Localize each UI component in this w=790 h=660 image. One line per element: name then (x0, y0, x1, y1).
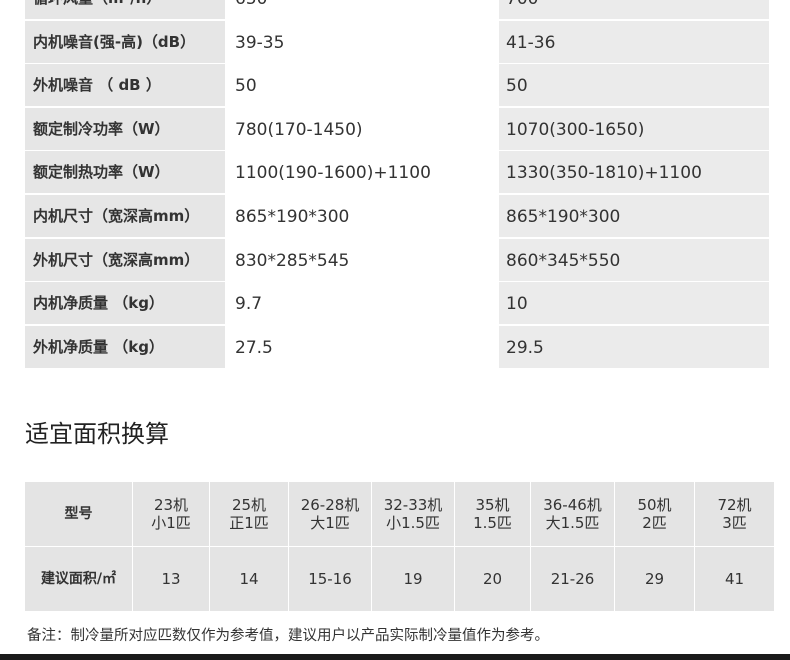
spec-value-model-2: 41-36 (499, 21, 769, 63)
spec-value-model-1: 50 (226, 64, 497, 106)
spec-label: 外机噪音 （ dB ） (25, 64, 225, 106)
spec-label: 循环风量（m³/h） (25, 0, 225, 19)
area-value: 15-16 (308, 570, 352, 588)
spec-value-model-2: 860*345*550 (499, 239, 769, 281)
spec-row-airflow: 循环风量（m³/h） 650 700 (25, 0, 769, 19)
spec-value-model-1: 780(170-1450) (226, 108, 497, 150)
model-name: 32-33机 (383, 496, 443, 514)
horsepower: 大1.5匹 (545, 514, 600, 532)
area-value: 20 (482, 570, 503, 588)
area-table: 型号 建议面积/㎡ 23机 小1匹 13 25机 正1匹 14 26-28机 大… (25, 482, 774, 611)
horsepower: 正1匹 (229, 514, 269, 532)
spec-value-model-2: 1070(300-1650) (499, 108, 769, 150)
section-title: 适宜面积换算 (25, 420, 169, 448)
area-value: 21-26 (550, 570, 595, 588)
spec-label: 内机净质量 （kg） (25, 282, 225, 324)
spec-label: 额定制热功率（W） (25, 151, 225, 193)
footnote: 备注：制冷量所对应匹数仅作为参考值，建议用户以产品实际制冷量值作为参考。 (27, 628, 549, 644)
spec-row-heating-power: 额定制热功率（W） 1100(190-1600)+1100 1330(350-1… (25, 151, 769, 193)
spec-label: 外机净质量 （kg） (25, 326, 225, 368)
model-cell: 25机 正1匹 (210, 482, 288, 546)
model-name: 50机 (637, 496, 672, 514)
model-cell: 50机 2匹 (615, 482, 694, 546)
spec-row-cooling-power: 额定制冷功率（W） 780(170-1450) 1070(300-1650) (25, 108, 769, 150)
model-cell: 32-33机 小1.5匹 (372, 482, 454, 546)
spec-value-model-1: 1100(190-1600)+1100 (226, 151, 497, 193)
model-name: 36-46机 (543, 496, 602, 514)
model-cell: 35机 1.5匹 (455, 482, 530, 546)
horsepower: 小1.5匹 (386, 514, 440, 532)
spec-label: 外机尺寸（宽深高mm） (25, 239, 225, 281)
model-name: 25机 (231, 496, 267, 514)
model-cell: 36-46机 大1.5匹 (531, 482, 614, 546)
spec-value-model-1: 865*190*300 (226, 195, 497, 237)
model-name: 72机 (717, 496, 752, 514)
spec-row-indoor-noise: 内机噪音(强-高)（dB） 39-35 41-36 (25, 21, 769, 63)
model-name: 26-28机 (300, 496, 360, 514)
spec-label: 额定制冷功率（W） (25, 108, 225, 150)
spec-value-model-2: 50 (499, 64, 769, 106)
spec-row-outdoor-size: 外机尺寸（宽深高mm） 830*285*545 860*345*550 (25, 239, 769, 281)
area-value: 19 (403, 570, 423, 588)
area-header: 建议面积/㎡ (40, 571, 117, 587)
area-value: 29 (644, 570, 665, 588)
spec-row-indoor-weight: 内机净质量 （kg） 9.7 10 (25, 282, 769, 324)
model-cell: 26-28机 大1匹 (289, 482, 371, 546)
spec-value-model-1: 27.5 (226, 326, 497, 368)
model-header: 型号 (64, 506, 93, 522)
spec-value-model-1: 650 (226, 0, 497, 19)
spec-row-outdoor-noise: 外机噪音 （ dB ） 50 50 (25, 64, 769, 106)
horsepower: 2匹 (642, 514, 667, 532)
spec-value-model-1: 830*285*545 (226, 239, 497, 281)
spec-value-model-2: 10 (499, 282, 769, 324)
horsepower: 大1匹 (310, 514, 350, 532)
spec-row-outdoor-weight: 外机净质量 （kg） 27.5 29.5 (25, 326, 769, 368)
model-cell: 72机 3匹 (695, 482, 774, 546)
spec-value-model-2: 865*190*300 (499, 195, 769, 237)
spec-value-model-1: 39-35 (226, 21, 497, 63)
spec-row-indoor-size: 内机尺寸（宽深高mm） 865*190*300 865*190*300 (25, 195, 769, 237)
bottom-bar (0, 654, 790, 660)
horsepower: 小1匹 (151, 514, 191, 532)
spec-label: 内机尺寸（宽深高mm） (25, 195, 225, 237)
spec-label: 内机噪音(强-高)（dB） (25, 21, 225, 63)
model-cell: 23机 小1匹 (133, 482, 209, 546)
spec-value-model-2: 1330(350-1810)+1100 (499, 151, 769, 193)
model-name: 23机 (153, 496, 189, 514)
area-value: 13 (161, 570, 181, 588)
horsepower: 1.5匹 (473, 514, 512, 532)
area-value: 14 (239, 570, 259, 588)
spec-value-model-2: 700 (499, 0, 769, 19)
spec-value-model-2: 29.5 (499, 326, 769, 368)
horsepower: 3匹 (722, 514, 747, 532)
spec-value-model-1: 9.7 (226, 282, 497, 324)
model-name: 35机 (475, 496, 510, 514)
area-value: 41 (724, 570, 745, 588)
